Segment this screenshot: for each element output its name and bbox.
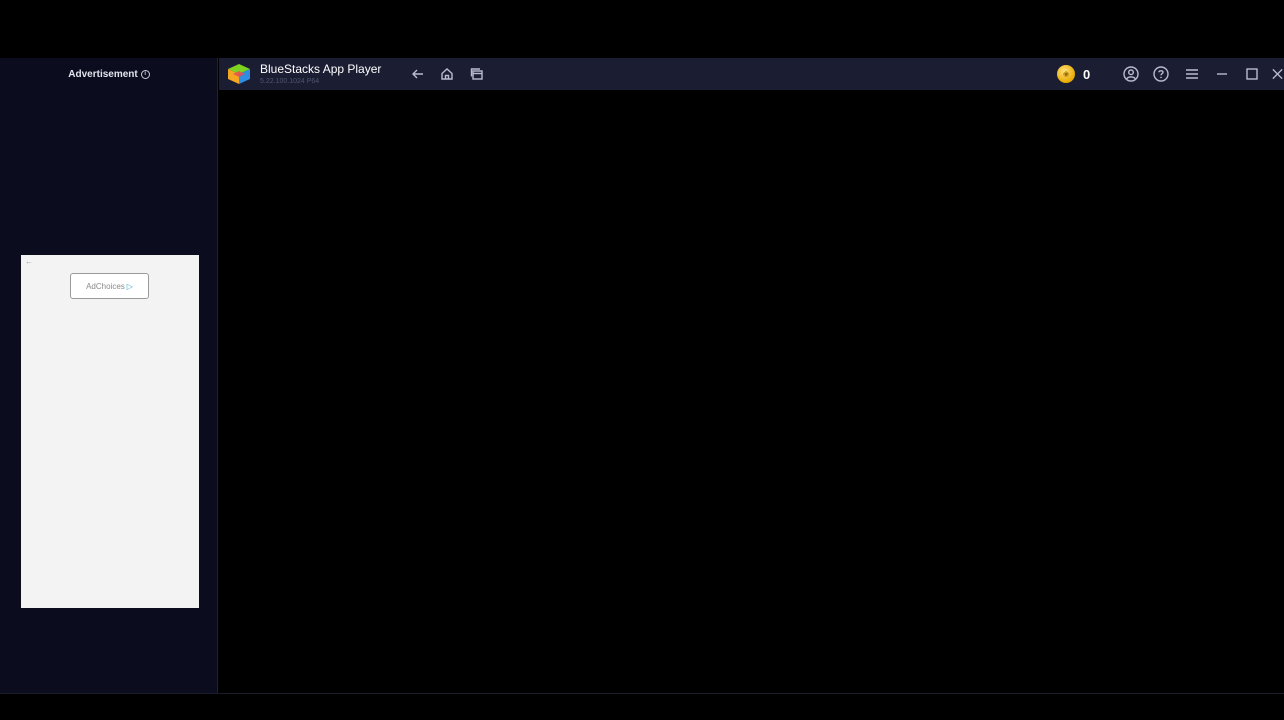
advertisement-panel: Advertisement i ← AdChoices ▷ bbox=[0, 58, 218, 694]
emulator-screen[interactable] bbox=[219, 90, 1284, 694]
advertisement-header: Advertisement i bbox=[0, 67, 218, 81]
minimize-button[interactable] bbox=[1213, 65, 1231, 83]
bluestacks-logo-icon bbox=[228, 64, 250, 84]
app-version: 5.22.100.1024 P64 bbox=[260, 78, 320, 85]
screen: Advertisement i ← AdChoices ▷ BlueStacks… bbox=[0, 0, 1284, 720]
ad-banner[interactable]: ← AdChoices ▷ bbox=[21, 255, 199, 608]
advertisement-label: Advertisement bbox=[68, 68, 138, 80]
back-arrow-icon bbox=[412, 69, 423, 79]
menu-button[interactable] bbox=[1183, 65, 1201, 83]
coin-count: 0 bbox=[1083, 66, 1091, 82]
title-block: BlueStacks App Player 5.22.100.1024 P64 bbox=[260, 62, 381, 86]
menu-icon bbox=[1186, 69, 1198, 79]
account-icon bbox=[1123, 66, 1139, 82]
help-icon bbox=[1153, 66, 1169, 82]
close-button[interactable] bbox=[1271, 65, 1284, 83]
adchoices-label: AdChoices bbox=[86, 281, 125, 291]
adchoices-button[interactable]: AdChoices ▷ bbox=[70, 273, 149, 299]
multi-instance-button[interactable] bbox=[468, 65, 486, 83]
adchoices-icon: ▷ bbox=[126, 281, 133, 291]
window-bottom-border bbox=[0, 693, 1284, 694]
minimize-icon bbox=[1217, 73, 1227, 75]
home-icon bbox=[441, 68, 453, 80]
coin-icon: ◉ bbox=[1057, 65, 1075, 83]
close-icon bbox=[1272, 68, 1283, 80]
app-title: BlueStacks App Player bbox=[260, 62, 382, 76]
home-button[interactable] bbox=[438, 65, 456, 83]
back-button[interactable] bbox=[409, 65, 427, 83]
help-button[interactable] bbox=[1152, 65, 1170, 83]
info-icon[interactable]: i bbox=[140, 69, 150, 79]
ad-back-arrow-icon[interactable]: ← bbox=[25, 257, 33, 266]
maximize-button[interactable] bbox=[1243, 65, 1261, 83]
account-button[interactable] bbox=[1122, 65, 1140, 83]
maximize-icon bbox=[1246, 68, 1258, 80]
multi-instance-icon bbox=[470, 68, 483, 80]
window-title-bar: BlueStacks App Player 5.22.100.1024 P64 … bbox=[219, 58, 1284, 90]
coin-balance[interactable]: ◉ 0 bbox=[1057, 64, 1107, 84]
